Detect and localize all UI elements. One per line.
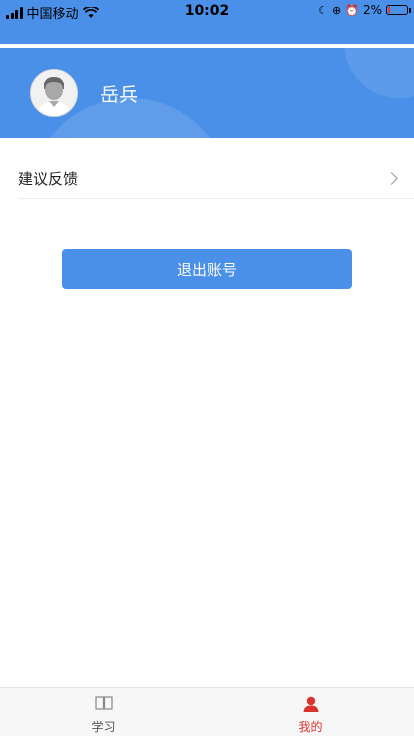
tab-bar: 学习 我的: [0, 687, 414, 736]
avatar[interactable]: [30, 69, 78, 117]
chevron-right-icon: [385, 172, 398, 185]
orientation-lock-icon: ⊕: [332, 3, 342, 17]
moon-icon: ☾: [318, 3, 329, 17]
user-avatar-icon: [31, 70, 77, 116]
screen: 中国移动 10:02 ☾ ⊕ ⏰ 2% 岳兵 建议反馈 退出账号 学习 我的: [0, 0, 414, 736]
tab-label: 学习: [91, 720, 116, 734]
decor-circle: [344, 48, 414, 98]
status-right: ☾ ⊕ ⏰ 2%: [318, 3, 411, 17]
menu-item-label: 建议反馈: [18, 170, 79, 188]
nav-bar: [0, 22, 414, 44]
book-icon: [94, 696, 113, 710]
tab-label: 我的: [298, 720, 323, 734]
status-bar: 中国移动 10:02 ☾ ⊕ ⏰ 2%: [0, 0, 414, 22]
tab-mine[interactable]: 我的: [207, 688, 414, 736]
profile-header: 岳兵: [0, 48, 414, 138]
alarm-icon: ⏰: [345, 3, 359, 17]
logout-button[interactable]: 退出账号: [62, 249, 352, 289]
menu-item-feedback[interactable]: 建议反馈: [18, 158, 414, 199]
username: 岳兵: [100, 84, 139, 106]
battery-percent: 2%: [362, 3, 382, 17]
tab-study[interactable]: 学习: [0, 688, 207, 736]
battery-icon: [386, 5, 411, 15]
user-icon: [303, 696, 318, 712]
